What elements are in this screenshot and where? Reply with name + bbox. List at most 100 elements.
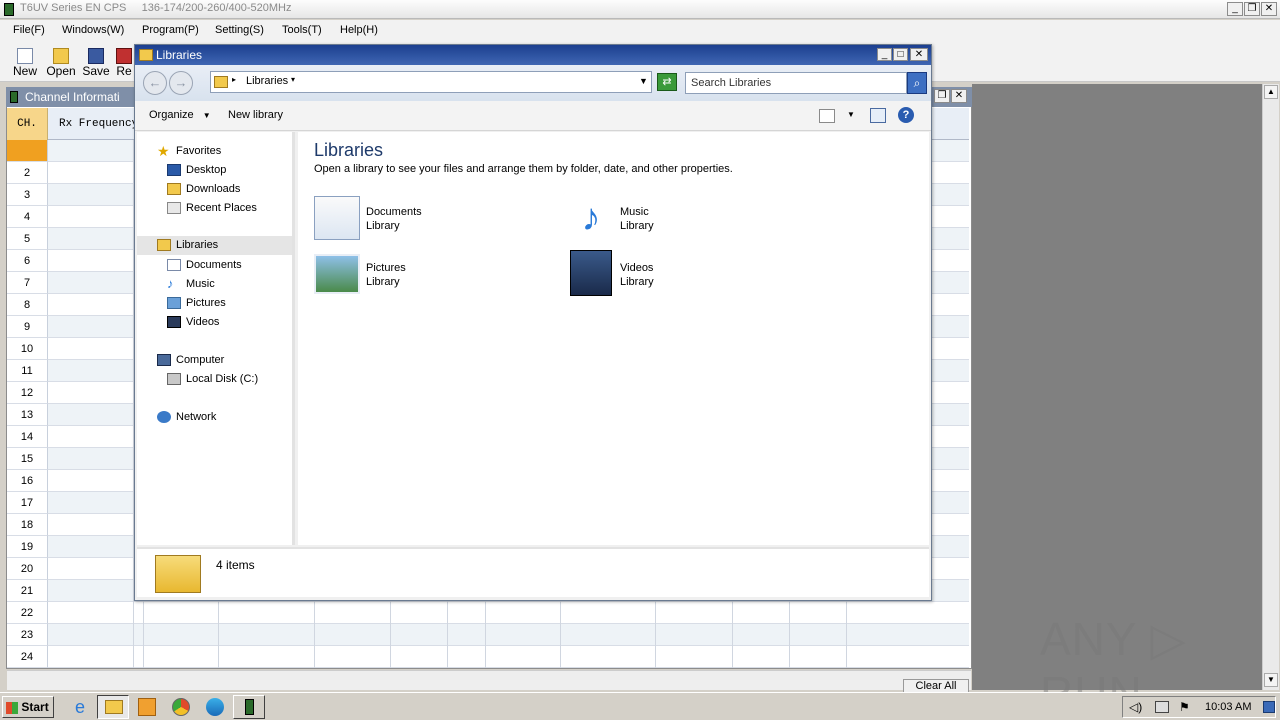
- clock[interactable]: 10:03 AM: [1205, 701, 1251, 713]
- new-library-button[interactable]: New library: [228, 109, 283, 121]
- channel-restore-button[interactable]: ❐: [934, 89, 950, 103]
- menu-setting[interactable]: Setting(S): [215, 24, 264, 36]
- menu-windows[interactable]: Windows(W): [62, 24, 124, 36]
- row-number[interactable]: 12: [7, 382, 48, 404]
- row-number[interactable]: 1: [7, 140, 48, 162]
- refresh-icon[interactable]: ⇄: [657, 73, 677, 91]
- explorer-close-button[interactable]: ✕: [910, 48, 928, 61]
- row-number[interactable]: 18: [7, 514, 48, 536]
- minimize-button[interactable]: _: [1227, 2, 1243, 16]
- row-number[interactable]: 8: [7, 294, 48, 316]
- search-icon[interactable]: ⌕: [907, 72, 927, 94]
- menu-program[interactable]: Program(P): [142, 24, 199, 36]
- nav-downloads[interactable]: Downloads: [167, 180, 240, 198]
- row-number[interactable]: 2: [7, 162, 48, 184]
- nav-desktop[interactable]: Desktop: [167, 161, 226, 179]
- explorer-task-button[interactable]: [97, 695, 129, 719]
- explorer-maximize-button[interactable]: □: [893, 48, 908, 61]
- new-button[interactable]: New: [7, 46, 43, 80]
- row-number[interactable]: 16: [7, 470, 48, 492]
- row-number[interactable]: 23: [7, 624, 48, 646]
- row-number[interactable]: 22: [7, 602, 48, 624]
- edge-icon[interactable]: [206, 698, 224, 716]
- grid-column-divider: [655, 600, 656, 668]
- view-dropdown-icon[interactable]: ▼: [847, 110, 855, 119]
- music-library-item[interactable]: ♪ Music Library: [568, 194, 788, 242]
- nav-pictures[interactable]: Pictures: [167, 294, 226, 312]
- pictures-library-item[interactable]: Pictures Library: [314, 250, 534, 298]
- nav-favorites[interactable]: ★ Favorites: [157, 142, 221, 160]
- nav-recent-places[interactable]: Recent Places: [167, 199, 257, 217]
- row-number[interactable]: 24: [7, 646, 48, 668]
- internet-explorer-icon[interactable]: e: [70, 697, 90, 717]
- save-button[interactable]: Save: [78, 46, 114, 80]
- breadcrumb-dropdown-icon[interactable]: ▾: [291, 75, 295, 84]
- videos-library-name: Videos: [620, 262, 654, 274]
- address-dropdown-icon[interactable]: ▼: [639, 76, 648, 86]
- action-center-flag-icon[interactable]: ⚑: [1179, 700, 1190, 714]
- start-button[interactable]: Start: [2, 696, 54, 718]
- row-number[interactable]: 6: [7, 250, 48, 272]
- item-count: 4 items: [216, 558, 255, 572]
- row-number[interactable]: 14: [7, 426, 48, 448]
- scroll-up-icon[interactable]: ▲: [1264, 85, 1278, 99]
- cps-task-button[interactable]: [233, 695, 265, 719]
- vertical-scrollbar[interactable]: ▲ ▼: [1262, 84, 1279, 690]
- menu-tools[interactable]: Tools(T): [282, 24, 322, 36]
- table-row[interactable]: [48, 646, 969, 668]
- explorer-minimize-button[interactable]: _: [877, 48, 892, 61]
- address-input[interactable]: ▸ Libraries ▾ ▼: [210, 71, 652, 93]
- nav-videos[interactable]: Videos: [167, 313, 219, 331]
- back-arrow-icon[interactable]: ←: [143, 71, 167, 95]
- menu-help[interactable]: Help(H): [340, 24, 378, 36]
- nav-music-label: Music: [186, 278, 215, 290]
- row-number[interactable]: 7: [7, 272, 48, 294]
- nav-computer[interactable]: Computer: [157, 351, 224, 369]
- row-number[interactable]: 15: [7, 448, 48, 470]
- volume-icon[interactable]: ◁): [1129, 700, 1142, 714]
- menu-file[interactable]: File(F): [13, 24, 45, 36]
- search-input[interactable]: Search Libraries: [685, 72, 907, 94]
- libraries-titlebar: Libraries _ □ ✕: [135, 45, 931, 65]
- show-desktop-icon[interactable]: [1263, 701, 1275, 713]
- row-number[interactable]: 19: [7, 536, 48, 558]
- close-button[interactable]: ✕: [1261, 2, 1277, 16]
- row-number[interactable]: 3: [7, 184, 48, 206]
- organize-button[interactable]: Organize ▼: [149, 109, 211, 121]
- table-row[interactable]: [48, 624, 969, 646]
- row-number[interactable]: 11: [7, 360, 48, 382]
- breadcrumb-libraries[interactable]: Libraries: [246, 75, 288, 87]
- network-tray-icon[interactable]: [1155, 701, 1169, 713]
- preview-pane-icon[interactable]: [870, 108, 886, 123]
- row-number[interactable]: 10: [7, 338, 48, 360]
- read-button[interactable]: Re: [113, 46, 135, 80]
- change-view-icon[interactable]: [819, 109, 835, 123]
- nav-network[interactable]: Network: [157, 408, 216, 426]
- row-number[interactable]: 13: [7, 404, 48, 426]
- media-player-icon[interactable]: [138, 698, 156, 716]
- documents-library-item[interactable]: Documents Library: [314, 194, 534, 242]
- videos-library-item[interactable]: Videos Library: [568, 250, 788, 298]
- open-button[interactable]: Open: [43, 46, 79, 80]
- restore-button[interactable]: ❐: [1244, 2, 1260, 16]
- nav-libraries[interactable]: Libraries: [157, 236, 218, 254]
- row-number[interactable]: 20: [7, 558, 48, 580]
- nav-documents[interactable]: Documents: [167, 256, 242, 274]
- forward-arrow-icon[interactable]: →: [169, 71, 193, 95]
- videos-library-icon: [570, 250, 612, 296]
- breadcrumb-chevron-icon[interactable]: ▸: [232, 75, 236, 84]
- channel-close-button[interactable]: ✕: [951, 89, 967, 103]
- ch-column-header[interactable]: CH.: [7, 108, 48, 140]
- nav-music[interactable]: ♪ Music: [167, 275, 215, 293]
- row-number[interactable]: 21: [7, 580, 48, 602]
- row-number[interactable]: 5: [7, 228, 48, 250]
- row-number[interactable]: 4: [7, 206, 48, 228]
- chrome-icon[interactable]: [172, 698, 190, 716]
- help-icon[interactable]: ?: [898, 107, 914, 123]
- nav-local-disk[interactable]: Local Disk (C:): [167, 370, 258, 388]
- documents-icon: [167, 259, 181, 272]
- clear-all-button[interactable]: Clear All: [903, 679, 969, 693]
- row-number[interactable]: 9: [7, 316, 48, 338]
- table-row[interactable]: [48, 602, 969, 624]
- row-number[interactable]: 17: [7, 492, 48, 514]
